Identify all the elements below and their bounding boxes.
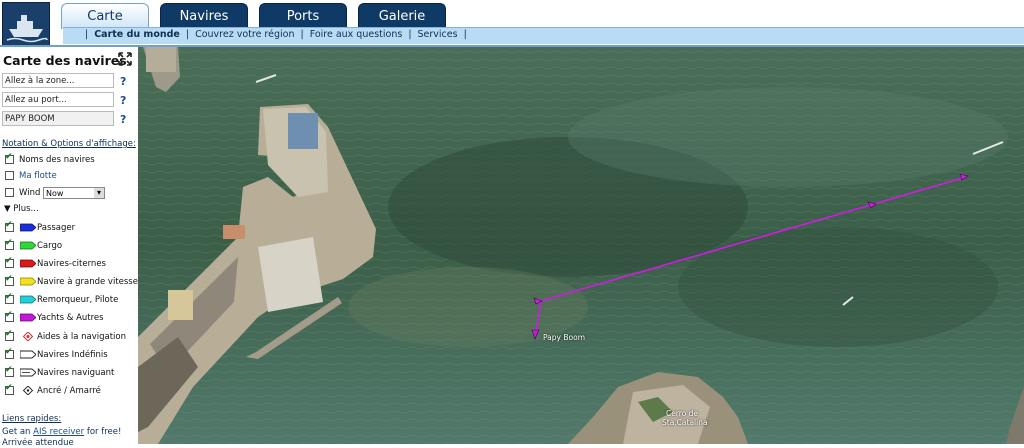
header: Carte Navires Ports Galerie | Carte du mo… <box>0 0 1024 47</box>
undefined-ship-icon <box>20 350 36 359</box>
port-input[interactable]: Allez au port... <box>2 92 114 107</box>
checkbox-passenger[interactable] <box>5 220 14 232</box>
tab-galerie[interactable]: Galerie <box>358 3 446 28</box>
option-wind-label: Wind <box>19 188 41 198</box>
expected-arrival-link[interactable]: Arrivée attendue <box>2 438 74 448</box>
legend-yachts-label: Yachts & Autres <box>37 313 104 323</box>
high-speed-ship-icon <box>20 277 36 286</box>
subnav-carte-du-monde[interactable]: Carte du monde <box>94 29 180 40</box>
options-heading: Notation & Options d'affichage: <box>2 139 136 149</box>
checkbox-cargo[interactable] <box>5 238 14 250</box>
checkbox-anchored[interactable] <box>5 383 14 395</box>
zone-help-icon[interactable]: ? <box>120 75 126 88</box>
more-options-toggle[interactable]: ▼ Plus... <box>4 204 39 214</box>
checkbox-yachts[interactable] <box>5 310 14 322</box>
checkbox-ship-names[interactable] <box>5 152 14 164</box>
ais-receiver-link[interactable]: AIS receiver <box>33 427 84 437</box>
legend-passenger-label: Passager <box>37 223 76 233</box>
fullscreen-icon[interactable] <box>118 52 132 66</box>
triangle-down-icon: ▼ <box>4 204 14 214</box>
checkbox-my-fleet[interactable] <box>5 171 14 180</box>
checkbox-high-speed[interactable] <box>5 274 14 286</box>
subnav-services[interactable]: Services <box>418 29 458 40</box>
anchored-icon <box>22 386 34 395</box>
ship-name-label[interactable]: Papy Boom <box>543 333 585 342</box>
passenger-ship-icon <box>20 223 36 232</box>
legend-cargo-label: Cargo <box>37 241 63 251</box>
tanker-ship-icon <box>20 259 36 268</box>
legend-tug-pilot-label: Remorqueur, Pilote <box>37 295 119 305</box>
legend-underway-label: Navires naviguant <box>37 368 115 378</box>
checkbox-tankers[interactable] <box>5 256 14 268</box>
sidebar-title: Carte des navires <box>3 53 127 68</box>
cargo-ship-icon <box>20 241 36 250</box>
sub-navigation: | Carte du monde | Couvrez votre région | Foi… <box>85 29 467 40</box>
satellite-imagery <box>138 47 1024 444</box>
legend-tankers-label: Navires-citernes <box>37 259 106 269</box>
checkbox-underway[interactable] <box>5 365 14 377</box>
place-label: Cerro de Sta.Catalina <box>662 409 708 427</box>
checkbox-tug-pilot[interactable] <box>5 292 14 304</box>
subnav-couvrez-votre-region[interactable]: Couvrez votre région <box>195 29 294 40</box>
ais-suffix: for free! <box>84 427 122 437</box>
map-view[interactable]: Papy Boom Cerro de Sta.Catalina <box>138 47 1024 444</box>
ais-promo: Get an AIS receiver for free! <box>2 427 121 437</box>
quick-links-heading: Liens rapides: <box>2 414 62 424</box>
option-ship-names-label: Noms des navires <box>19 155 95 165</box>
tab-ports[interactable]: Ports <box>259 3 347 28</box>
sidebar: Carte des navires Allez à la zone... ? A… <box>0 47 138 448</box>
yacht-icon <box>20 313 36 322</box>
subnav-faq[interactable]: Foire aux questions <box>310 29 403 40</box>
navigation-aid-icon <box>22 332 34 341</box>
checkbox-nav-aids[interactable] <box>5 329 14 341</box>
checkbox-undefined[interactable] <box>5 347 14 359</box>
zone-input[interactable]: Allez à la zone... <box>2 73 114 88</box>
checkbox-wind[interactable] <box>5 188 14 197</box>
wind-time-select[interactable]: Now <box>43 187 105 199</box>
tug-pilot-icon <box>20 295 36 304</box>
option-my-fleet-link[interactable]: Ma flotte <box>19 171 57 181</box>
more-options-label: Plus... <box>13 204 39 214</box>
tab-carte[interactable]: Carte <box>61 3 149 29</box>
legend-high-speed-label: Navire à grande vitesse <box>37 277 138 287</box>
sub-navigation-bar: | Carte du monde | Couvrez votre région | Foi… <box>63 27 1024 44</box>
ship-input[interactable]: PAPY BOOM <box>2 111 114 126</box>
tab-navires[interactable]: Navires <box>160 3 248 28</box>
logo[interactable] <box>2 2 50 46</box>
legend-undefined-label: Navires Indéfinis <box>37 350 108 360</box>
legend-anchored-label: Ancré / Amarré <box>37 386 101 396</box>
port-help-icon[interactable]: ? <box>120 94 126 107</box>
legend-nav-aids-label: Aides à la navigation <box>37 332 126 342</box>
ship-help-icon[interactable]: ? <box>120 113 126 126</box>
underway-ship-icon <box>20 368 36 377</box>
ais-prefix: Get an <box>2 427 34 437</box>
